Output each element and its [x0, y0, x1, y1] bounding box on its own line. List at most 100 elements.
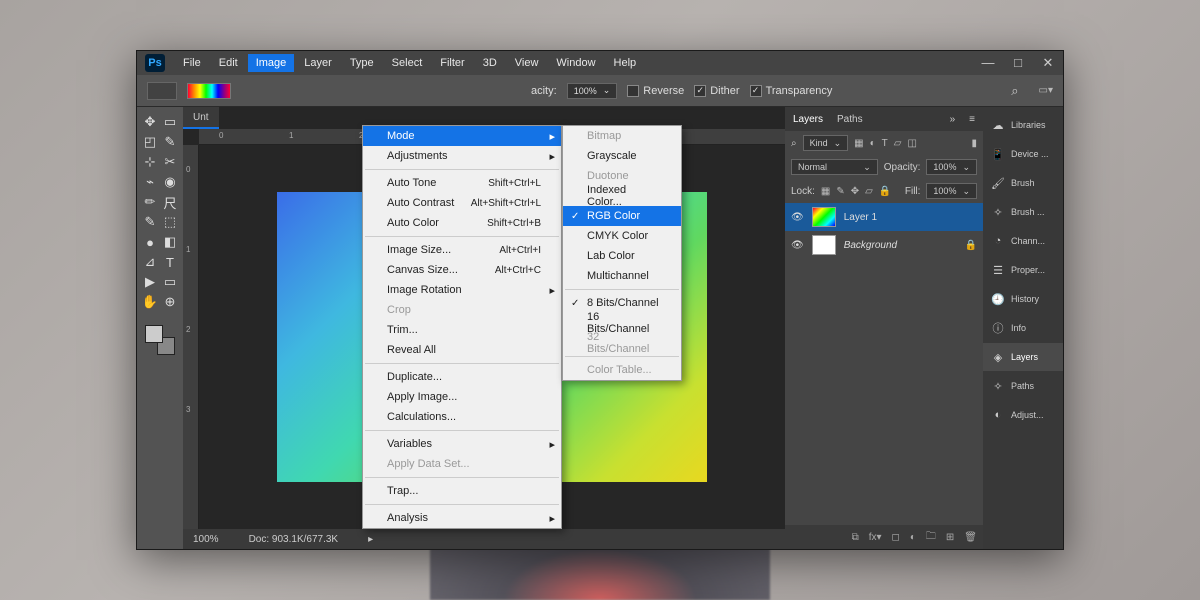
- layer-row[interactable]: 👁Background🔒: [785, 231, 983, 259]
- menu-item-image-rotation[interactable]: Image Rotation▸: [363, 280, 561, 300]
- menu-view[interactable]: View: [507, 54, 547, 72]
- tool-8[interactable]: ✏: [141, 193, 159, 211]
- opacity-field[interactable]: 100%⌄: [567, 83, 618, 99]
- fx-icon[interactable]: fx▾: [869, 532, 882, 543]
- menu-item----bits-channel[interactable]: 16 Bits/Channel: [563, 313, 681, 333]
- filter-toggle-icon[interactable]: ▮: [971, 138, 977, 149]
- filter-image-icon[interactable]: ▦: [854, 138, 863, 149]
- menu-item---bits-channel[interactable]: ✓8 Bits/Channel: [563, 293, 681, 313]
- menu-item-trap---[interactable]: Trap...: [363, 481, 561, 501]
- tool-6[interactable]: ⌁: [141, 173, 159, 191]
- dither-checkbox[interactable]: Dither: [694, 85, 739, 97]
- menu-filter[interactable]: Filter: [432, 54, 472, 72]
- tool-0[interactable]: ✥: [141, 113, 159, 131]
- menu-item-duplicate---[interactable]: Duplicate...: [363, 367, 561, 387]
- menu-item-multichannel[interactable]: Multichannel: [563, 266, 681, 286]
- sidebar-item-brush[interactable]: 🖌Brush: [983, 169, 1063, 197]
- document-tab[interactable]: Unt: [183, 107, 219, 129]
- menu-item-auto-contrast[interactable]: Auto ContrastAlt+Shift+Ctrl+L: [363, 193, 561, 213]
- lock-pixels-icon[interactable]: ▦: [821, 186, 830, 197]
- tool-1[interactable]: ▭: [161, 113, 179, 131]
- panel-expand-icon[interactable]: »: [950, 114, 956, 125]
- maximize-button[interactable]: □: [1011, 55, 1025, 71]
- filter-smart-icon[interactable]: ◫: [907, 138, 916, 149]
- lock-brush-icon[interactable]: ✎: [836, 186, 844, 197]
- layer-thumbnail[interactable]: [812, 235, 836, 255]
- color-swatches[interactable]: [145, 325, 175, 355]
- tool-16[interactable]: ▶: [141, 273, 159, 291]
- tool-3[interactable]: ✎: [161, 133, 179, 151]
- tool-preset-dropdown[interactable]: [147, 82, 177, 100]
- menu-item-trim---[interactable]: Trim...: [363, 320, 561, 340]
- sidebar-item-libraries[interactable]: ☁Libraries: [983, 111, 1063, 139]
- sidebar-item-info[interactable]: ⓘInfo: [983, 314, 1063, 342]
- menu-window[interactable]: Window: [548, 54, 603, 72]
- delete-layer-icon[interactable]: 🗑: [964, 532, 977, 543]
- menu-item-cmyk-color[interactable]: CMYK Color: [563, 226, 681, 246]
- transparency-checkbox[interactable]: Transparency: [750, 85, 833, 97]
- sidebar-item-layers[interactable]: ◈Layers: [983, 343, 1063, 371]
- blend-mode-select[interactable]: Normal⌄: [791, 159, 878, 175]
- layer-opacity-field[interactable]: 100%⌄: [926, 159, 977, 175]
- tool-11[interactable]: ⬚: [161, 213, 179, 231]
- new-layer-icon[interactable]: ⊞: [946, 532, 954, 543]
- tool-5[interactable]: ✂: [161, 153, 179, 171]
- menu-item-auto-tone[interactable]: Auto ToneShift+Ctrl+L: [363, 173, 561, 193]
- menu-item-variables[interactable]: Variables▸: [363, 434, 561, 454]
- sidebar-item-device[interactable]: 📱Device ...: [983, 140, 1063, 168]
- menu-file[interactable]: File: [175, 54, 209, 72]
- menu-item-lab-color[interactable]: Lab Color: [563, 246, 681, 266]
- lock-position-icon[interactable]: ✥: [851, 186, 859, 197]
- reverse-checkbox[interactable]: Reverse: [627, 85, 684, 97]
- layer-kind-filter[interactable]: Kind⌄: [803, 135, 849, 151]
- panel-menu-icon[interactable]: ≡: [969, 114, 975, 125]
- filter-shape-icon[interactable]: ▱: [894, 138, 902, 149]
- menu-item-adjustments[interactable]: Adjustments▸: [363, 146, 561, 166]
- sidebar-item-proper[interactable]: ☰Proper...: [983, 256, 1063, 284]
- filter-type-icon[interactable]: T: [882, 138, 888, 149]
- menu-image[interactable]: Image: [248, 54, 295, 72]
- search-icon[interactable]: ⌕: [1011, 83, 1018, 99]
- tab-paths[interactable]: Paths: [837, 114, 863, 125]
- menu-3d[interactable]: 3D: [475, 54, 505, 72]
- workspace-switcher[interactable]: ▭▾: [1039, 85, 1053, 96]
- visibility-icon[interactable]: 👁: [791, 212, 804, 223]
- layer-fill-field[interactable]: 100%⌄: [926, 183, 977, 199]
- menu-item-auto-color[interactable]: Auto ColorShift+Ctrl+B: [363, 213, 561, 233]
- menu-edit[interactable]: Edit: [211, 54, 246, 72]
- adjustment-icon[interactable]: ◐: [910, 532, 916, 543]
- sidebar-item-history[interactable]: 🕘History: [983, 285, 1063, 313]
- sidebar-item-chann[interactable]: ◔Chann...: [983, 227, 1063, 255]
- statusbar-arrow-icon[interactable]: ▸: [368, 534, 373, 545]
- sidebar-item-adjust[interactable]: ◐Adjust...: [983, 401, 1063, 429]
- filter-adjust-icon[interactable]: ◐: [870, 138, 876, 149]
- menu-item-mode[interactable]: Mode▸: [363, 126, 561, 146]
- sidebar-item-brush[interactable]: ✧Brush ...: [983, 198, 1063, 226]
- tool-18[interactable]: ✋: [141, 293, 159, 311]
- lock-artboard-icon[interactable]: ▱: [865, 186, 873, 197]
- tool-13[interactable]: ◧: [161, 233, 179, 251]
- visibility-icon[interactable]: 👁: [791, 240, 804, 251]
- minimize-button[interactable]: —: [981, 55, 995, 71]
- lock-all-icon[interactable]: 🔒: [879, 186, 891, 197]
- mask-icon[interactable]: ◻: [892, 532, 900, 543]
- layer-thumbnail[interactable]: [812, 207, 836, 227]
- menu-item-reveal-all[interactable]: Reveal All: [363, 340, 561, 360]
- menu-item-grayscale[interactable]: Grayscale: [563, 146, 681, 166]
- tool-7[interactable]: ◉: [161, 173, 179, 191]
- group-icon[interactable]: 🗀: [926, 529, 936, 546]
- link-layers-icon[interactable]: ⧉: [852, 532, 859, 543]
- menu-item-analysis[interactable]: Analysis▸: [363, 508, 561, 528]
- doc-size[interactable]: Doc: 903.1K/677.3K: [249, 534, 339, 545]
- tool-10[interactable]: ✎: [141, 213, 159, 231]
- zoom-level[interactable]: 100%: [193, 534, 219, 545]
- tool-19[interactable]: ⊕: [161, 293, 179, 311]
- menu-type[interactable]: Type: [342, 54, 382, 72]
- layer-name[interactable]: Background: [844, 240, 897, 251]
- menu-item-calculations---[interactable]: Calculations...: [363, 407, 561, 427]
- menu-item-apply-image---[interactable]: Apply Image...: [363, 387, 561, 407]
- menu-help[interactable]: Help: [606, 54, 645, 72]
- menu-item-canvas-size---[interactable]: Canvas Size...Alt+Ctrl+C: [363, 260, 561, 280]
- close-button[interactable]: ✕: [1041, 55, 1055, 71]
- layer-name[interactable]: Layer 1: [844, 212, 877, 223]
